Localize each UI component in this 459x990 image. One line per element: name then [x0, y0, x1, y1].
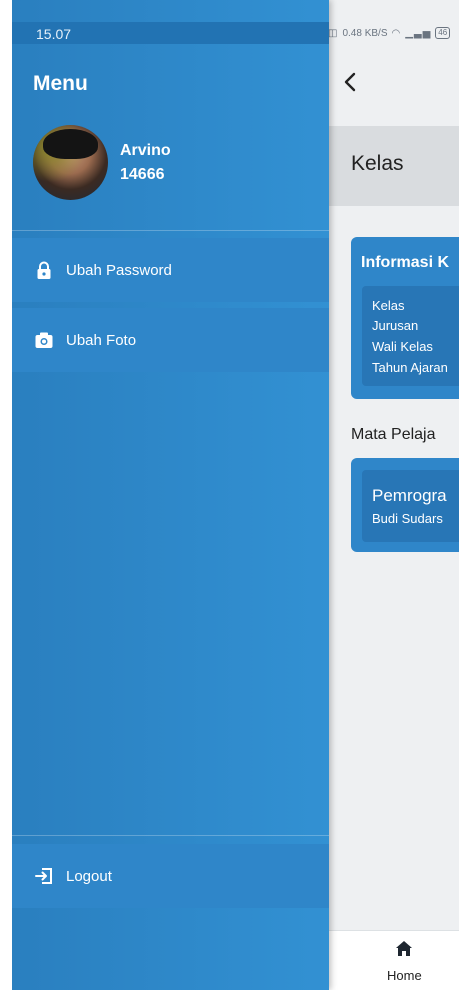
lock-icon [37, 261, 51, 279]
info-line-tahun-ajaran: Tahun Ajaran [372, 360, 448, 375]
logout-icon [35, 868, 52, 884]
chevron-left-icon [344, 72, 356, 92]
wifi-icon: ◠ [391, 27, 402, 39]
drawer-item-label: Ubah Foto [66, 332, 137, 349]
camera-icon [35, 332, 53, 348]
info-line-kelas: Kelas [372, 298, 405, 313]
info-card-title: Informasi K [361, 254, 450, 271]
status-indicators: ◫ 0.48 KB/S ◠ ▁▃▅ 46 [328, 22, 451, 44]
drawer-item-ubah-foto[interactable]: Ubah Foto [12, 308, 329, 372]
page-title: Kelas [351, 152, 404, 175]
avatar-hair [43, 129, 98, 159]
subject-name: Pemrogra [372, 486, 447, 505]
subject-teacher: Budi Sudars [372, 511, 443, 526]
network-speed: 0.48 KB/S [342, 27, 388, 39]
divider [12, 835, 329, 836]
subject-card-body [362, 470, 459, 542]
screen: ◫ 0.48 KB/S ◠ ▁▃▅ 46 Kelas Informasi K K… [12, 0, 459, 990]
divider [12, 230, 329, 231]
drawer-item-label: Logout [66, 868, 112, 885]
section-label: Mata Pelaja [351, 426, 436, 443]
navigation-drawer: 15.07 Menu Arvino 14666 Ubah Password Ub… [12, 0, 329, 990]
back-button[interactable] [342, 68, 372, 102]
drawer-item-label: Ubah Password [66, 262, 172, 279]
drawer-item-ubah-password[interactable]: Ubah Password [12, 238, 329, 302]
cell-signal-icon: ▁▃▅ [405, 27, 432, 39]
drawer-item-logout[interactable]: Logout [12, 844, 329, 908]
drawer-title: Menu [33, 72, 88, 95]
user-id: 14666 [120, 166, 165, 183]
nav-home-label[interactable]: Home [387, 968, 422, 983]
battery-icon: 46 [435, 27, 451, 39]
avatar[interactable] [33, 125, 108, 200]
user-name: Arvino [120, 142, 171, 159]
status-time: 15.07 [36, 26, 72, 42]
home-icon[interactable] [393, 938, 415, 960]
info-line-wali-kelas: Wali Kelas [372, 339, 433, 354]
info-line-jurusan: Jurusan [372, 318, 419, 333]
signal-icon: ◫ [328, 27, 339, 39]
